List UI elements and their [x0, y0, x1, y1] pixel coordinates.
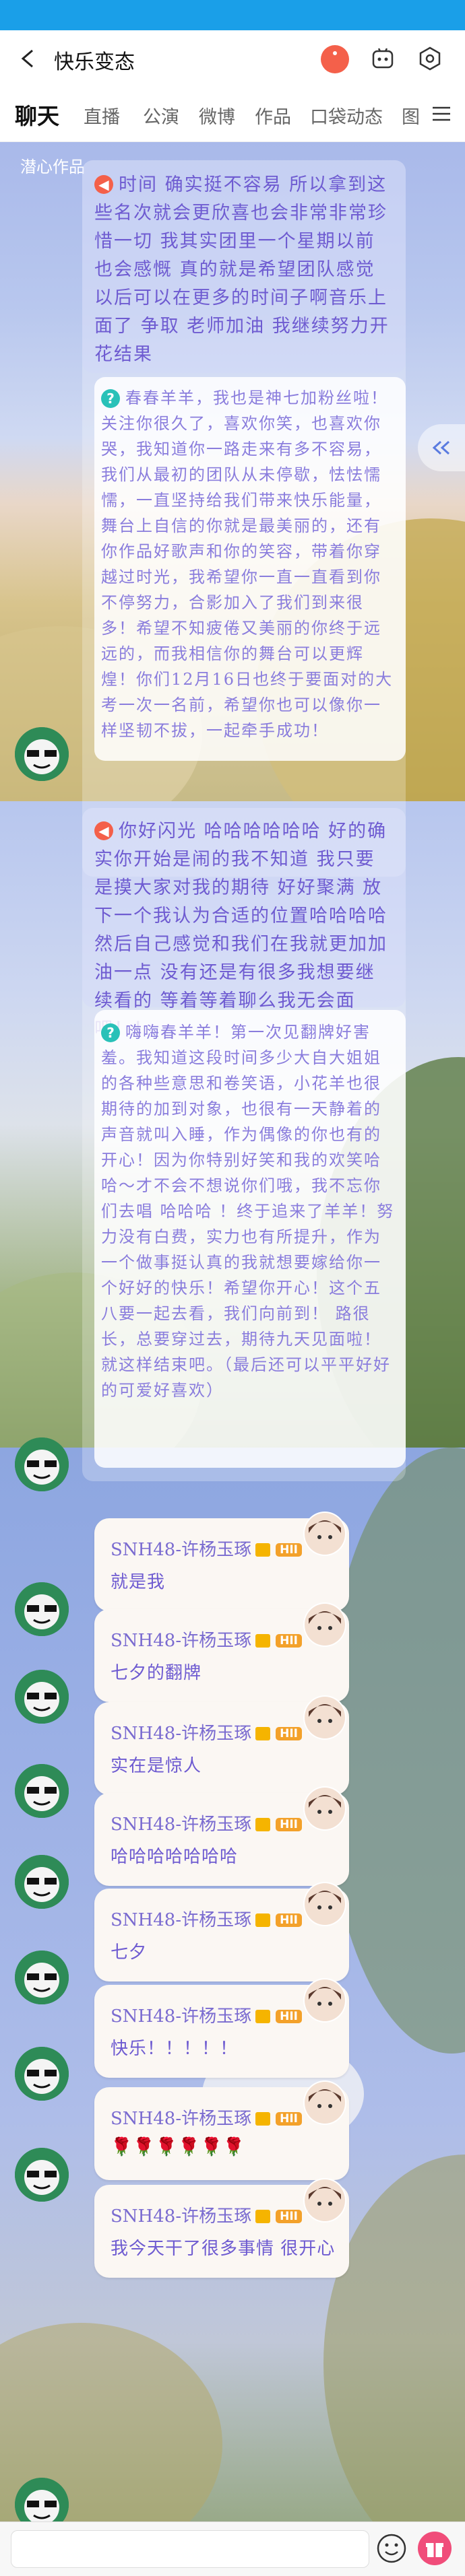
tab-pocket-feed[interactable]: 口袋动态	[310, 102, 383, 129]
tab-weibo[interactable]: 微博	[199, 102, 235, 129]
chibi-decoration-icon	[303, 2178, 346, 2223]
crown-icon	[255, 1818, 271, 1831]
sender-name: SNH48-许杨玉琢 HII	[111, 1810, 302, 1835]
gift-message-text: 七夕	[111, 1942, 148, 1963]
sender-name-text: SNH48-许杨玉琢	[111, 1631, 252, 1651]
emoji-icon[interactable]	[375, 2532, 408, 2565]
tab-performance[interactable]: 公演	[143, 102, 179, 129]
message-text: 时间 确实挺不容易 所以拿到这些名次就会更欣喜也会非常非常珍惜一切 我其实团里一…	[94, 174, 390, 365]
level-badge: HII	[276, 1818, 302, 1831]
input-bar	[0, 2521, 465, 2576]
tab-live[interactable]: 直播	[84, 102, 120, 129]
chibi-decoration-icon	[303, 1882, 346, 1926]
chibi-decoration-icon	[303, 2080, 346, 2125]
chibi-decoration-icon	[303, 1512, 346, 1556]
level-badge: HII	[276, 1543, 302, 1557]
pinned-label: 潜心作品	[20, 158, 85, 176]
tab-works[interactable]: 作品	[255, 102, 291, 129]
sender-name-text: SNH48-许杨玉琢	[111, 1540, 252, 1560]
crown-icon	[255, 2210, 271, 2223]
tab-pictures[interactable]: 图	[402, 102, 420, 129]
avatar[interactable]	[15, 1670, 69, 1724]
sender-name: SNH48-许杨玉琢 HII	[111, 1906, 302, 1931]
chibi-decoration-icon	[303, 1695, 346, 1740]
page-title: 快乐变态	[54, 50, 135, 74]
avatar[interactable]	[15, 1855, 69, 1909]
sender-name: SNH48-许杨玉琢 HII	[111, 1720, 302, 1744]
gift-message-text: 七夕的翻牌	[111, 1663, 202, 1683]
avatar[interactable]	[15, 1582, 69, 1636]
gift-message-text: 哈哈哈哈哈哈哈	[111, 1847, 239, 1867]
sender-name: SNH48-许杨玉琢 HII	[111, 2202, 302, 2227]
gift-icon[interactable]	[418, 2532, 452, 2565]
robot-icon[interactable]	[369, 45, 396, 72]
message-text: 嗨嗨春羊羊！第一次见翻牌好害羞。我知道这段时间多少大自大姐姐的各种些意思和卷笑语…	[101, 1023, 395, 1400]
gift-message-text: 🌹🌹🌹🌹🌹🌹	[111, 2137, 246, 2157]
chibi-decoration-icon	[303, 1602, 346, 1647]
chibi-decoration-icon	[303, 1786, 346, 1831]
crown-icon	[255, 1913, 271, 1927]
avatar[interactable]	[15, 727, 69, 781]
chibi-decoration-icon	[303, 1978, 346, 2023]
level-badge: HII	[276, 2112, 302, 2126]
gift-message-text: 我今天干了很多事情 很开心	[111, 2239, 336, 2259]
level-badge: HII	[276, 1727, 302, 1740]
collapse-arrow-icon[interactable]	[418, 424, 465, 471]
gift-message-text: 实在是惊人	[111, 1756, 202, 1776]
sender-name-text: SNH48-许杨玉琢	[111, 1910, 252, 1930]
sender-name-text: SNH48-许杨玉琢	[111, 1815, 252, 1835]
gift-message-text: 快乐！！！！！	[111, 2039, 239, 2059]
menu-icon[interactable]	[430, 104, 453, 124]
status-bar	[0, 0, 465, 30]
crown-icon	[255, 2010, 271, 2023]
sender-name-text: SNH48-许杨玉琢	[111, 2109, 252, 2129]
sender-name: SNH48-许杨玉琢 HII	[111, 1627, 302, 1652]
sender-name: SNH48-许杨玉琢 HII	[111, 2105, 302, 2130]
crown-icon	[255, 1727, 271, 1740]
crown-icon	[255, 1634, 271, 1648]
message-text: 春春羊羊，我也是神七加粉丝啦！关注你很久了，喜欢你笑，也喜欢你哭，我知道你一路走…	[101, 388, 394, 740]
level-badge: HII	[276, 2010, 302, 2023]
sender-name: SNH48-许杨玉琢 HII	[111, 1536, 302, 1561]
level-badge: HII	[276, 1913, 302, 1927]
tab-chat[interactable]: 聊天	[15, 98, 59, 131]
sender-name: SNH48-许杨玉琢 HII	[111, 2002, 302, 2027]
avatar[interactable]	[15, 1764, 69, 1818]
avatar[interactable]	[15, 1437, 69, 1491]
level-badge: HII	[276, 1634, 302, 1648]
pacman-icon[interactable]	[321, 45, 349, 73]
sender-name-text: SNH48-许杨玉琢	[111, 2206, 252, 2227]
crown-icon	[255, 1543, 271, 1557]
crown-icon	[255, 2112, 271, 2126]
avatar[interactable]	[15, 1951, 69, 2004]
settings-icon[interactable]	[416, 45, 443, 72]
message-input[interactable]	[11, 2530, 369, 2568]
avatar[interactable]	[15, 2148, 69, 2202]
gift-message-text: 就是我	[111, 1572, 166, 1592]
header: 快乐变态	[0, 30, 465, 88]
avatar[interactable]	[15, 2047, 69, 2101]
back-icon[interactable]	[15, 45, 42, 72]
sender-name-text: SNH48-许杨玉琢	[111, 2006, 252, 2027]
tab-bar: 聊天 直播 公演 微博 作品 口袋动态 图	[0, 88, 465, 142]
sender-name-text: SNH48-许杨玉琢	[111, 1724, 252, 1744]
level-badge: HII	[276, 2210, 302, 2223]
